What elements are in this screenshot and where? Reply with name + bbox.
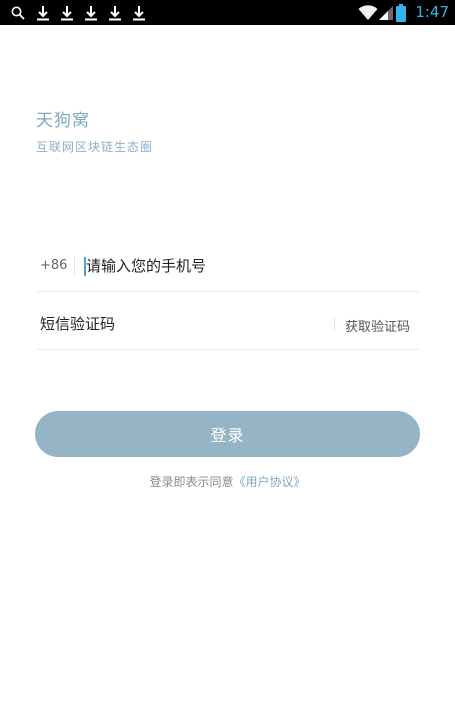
download-icon: [130, 0, 148, 25]
agreement-prefix: 登录即表示同意: [149, 475, 234, 489]
download-icon: [82, 0, 100, 25]
status-bar: 1:47: [0, 0, 455, 25]
phone-row: +86: [36, 240, 420, 292]
agreement-text: 登录即表示同意《用户协议》: [0, 473, 455, 490]
get-code-button[interactable]: 获取验证码: [345, 316, 410, 335]
divider: [334, 317, 335, 331]
divider: [74, 257, 75, 275]
country-code[interactable]: +86: [40, 258, 67, 273]
phone-input[interactable]: [86, 252, 406, 280]
search-icon: [8, 0, 28, 25]
download-icon: [58, 0, 76, 25]
code-row: 获取验证码: [36, 298, 420, 350]
signal-icon: [377, 0, 395, 25]
user-agreement-link[interactable]: 《用户协议》: [234, 475, 306, 489]
status-time: 1:47: [415, 3, 449, 21]
download-icon: [106, 0, 124, 25]
download-icon: [34, 0, 52, 25]
app-subtitle: 互联网区块链生态圈: [36, 140, 154, 154]
sms-code-input[interactable]: [40, 310, 320, 338]
login-button[interactable]: 登录: [35, 411, 420, 457]
battery-icon: [396, 0, 406, 25]
wifi-icon: [357, 0, 379, 25]
app-title: 天狗窝: [36, 111, 90, 131]
